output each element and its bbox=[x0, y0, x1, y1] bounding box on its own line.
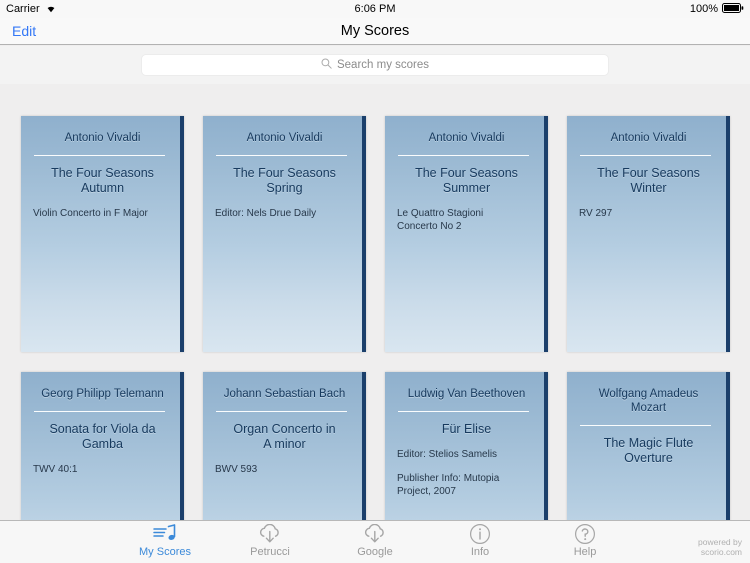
tab-label: Info bbox=[470, 546, 490, 558]
score-subtitle: Le Quattro Stagioni Concerto No 2 bbox=[397, 208, 484, 232]
score-composer: Antonio Vivaldi bbox=[428, 132, 505, 144]
score-composer: Ludwig Van Beethoven bbox=[407, 388, 526, 400]
app-root: Carrier 6:06 PM 100% Edit My Scores Sear… bbox=[0, 0, 750, 563]
score-card-slot: Antonio Vivaldi The Four Seasons Spring Ed… bbox=[203, 116, 385, 352]
score-divider bbox=[580, 425, 711, 426]
score-divider bbox=[398, 411, 529, 412]
score-composer: Wolfgang Amadeus Mozart bbox=[598, 388, 699, 414]
score-subtitle-secondary: Publisher Info: Mutopia Project, 2007 bbox=[397, 473, 500, 497]
score-card[interactable]: Antonio Vivaldi The Four Seasons Autumn Vi… bbox=[21, 116, 184, 352]
score-subtitle: BWV 593 bbox=[215, 464, 258, 475]
scores-grid: Antonio Vivaldi The Four Seasons Autumn Vi… bbox=[0, 116, 750, 520]
score-card-slot: Johann Sebastian Bach Organ Concerto in A… bbox=[203, 372, 385, 520]
score-card[interactable]: Georg Philipp Telemann Sonata for Viola d… bbox=[21, 372, 184, 520]
score-subtitle: Editor: Stelios Samelis bbox=[397, 449, 498, 460]
score-divider bbox=[580, 155, 711, 156]
score-divider bbox=[34, 155, 165, 156]
scores-scroll-area[interactable]: Antonio Vivaldi The Four Seasons Autumn Vi… bbox=[0, 84, 750, 520]
score-card[interactable]: Johann Sebastian Bach Organ Concerto in A… bbox=[203, 372, 366, 520]
score-card[interactable]: Antonio Vivaldi The Four Seasons Summer Le… bbox=[385, 116, 548, 352]
info-circle-icon bbox=[469, 523, 491, 545]
tab-label: Petrucci bbox=[250, 546, 290, 558]
score-composer: Georg Philipp Telemann bbox=[41, 388, 164, 400]
score-composer: Antonio Vivaldi bbox=[246, 132, 323, 144]
status-bar-time: 6:06 PM bbox=[354, 3, 396, 15]
powered-by-label: powered by scorio.com bbox=[698, 537, 742, 557]
tab-label: Google bbox=[357, 546, 393, 558]
score-divider bbox=[398, 155, 529, 156]
score-card-slot: Wolfgang Amadeus Mozart The Magic Flute O… bbox=[567, 372, 749, 520]
score-title: The Four Seasons Winter bbox=[597, 166, 700, 195]
status-bar: Carrier 6:06 PM 100% bbox=[0, 0, 750, 18]
score-subtitle: RV 297 bbox=[579, 208, 613, 219]
search-icon bbox=[321, 56, 332, 74]
music-note-icon bbox=[152, 523, 178, 545]
score-divider bbox=[216, 411, 347, 412]
tab-help[interactable]: Help bbox=[545, 523, 625, 559]
search-bar-container: Search my scores bbox=[0, 46, 750, 84]
score-title: The Four Seasons Spring bbox=[233, 166, 336, 195]
score-card-slot: Ludwig Van Beethoven Für Elise Editor: Ste… bbox=[385, 372, 567, 520]
score-card-slot: Georg Philipp Telemann Sonata for Viola d… bbox=[21, 372, 203, 520]
tab-bar: My Scores Petrucci Google Info Help powered … bbox=[0, 520, 750, 563]
score-card[interactable]: Wolfgang Amadeus Mozart The Magic Flute O… bbox=[567, 372, 730, 520]
score-title: Organ Concerto in A minor bbox=[233, 422, 336, 451]
score-card-slot: Antonio Vivaldi The Four Seasons Summer Le… bbox=[385, 116, 567, 352]
navigation-bar: Edit My Scores bbox=[0, 18, 750, 45]
tab-bar-items: My Scores Petrucci Google Info Help bbox=[125, 521, 625, 559]
score-divider bbox=[216, 155, 347, 156]
score-title: The Four Seasons Autumn bbox=[51, 166, 154, 195]
tab-petrucci[interactable]: Petrucci bbox=[230, 523, 310, 559]
cloud-download-icon bbox=[362, 523, 388, 545]
tab-label: My Scores bbox=[139, 546, 191, 558]
score-subtitle: Editor: Nels Drue Daily bbox=[215, 208, 317, 219]
score-card-slot: Antonio Vivaldi The Four Seasons Autumn Vi… bbox=[21, 116, 203, 352]
cloud-download-icon bbox=[257, 523, 283, 545]
score-subtitle: TWV 40:1 bbox=[33, 464, 78, 475]
tab-google[interactable]: Google bbox=[335, 523, 415, 559]
score-composer: Johann Sebastian Bach bbox=[223, 388, 346, 400]
battery-full-icon bbox=[722, 2, 744, 16]
score-title: Sonata for Viola da Gamba bbox=[49, 422, 156, 451]
score-composer: Antonio Vivaldi bbox=[64, 132, 141, 144]
score-title: The Four Seasons Summer bbox=[415, 166, 518, 195]
score-title: The Magic Flute Overture bbox=[603, 436, 694, 465]
score-divider bbox=[34, 411, 165, 412]
score-card-slot: Antonio Vivaldi The Four Seasons Winter RV… bbox=[567, 116, 749, 352]
tab-my-scores[interactable]: My Scores bbox=[125, 523, 205, 559]
score-card[interactable]: Antonio Vivaldi The Four Seasons Spring Ed… bbox=[203, 116, 366, 352]
score-title: Für Elise bbox=[441, 422, 492, 436]
question-circle-icon bbox=[574, 523, 596, 545]
search-placeholder: Search my scores bbox=[336, 59, 430, 71]
score-card[interactable]: Ludwig Van Beethoven Für Elise Editor: Ste… bbox=[385, 372, 548, 520]
status-bar-right: 100% bbox=[689, 2, 744, 16]
battery-percent-label: 100% bbox=[689, 3, 718, 15]
tab-info[interactable]: Info bbox=[440, 523, 520, 559]
score-subtitle: Violin Concerto in F Major bbox=[33, 208, 148, 219]
tab-label: Help bbox=[573, 546, 597, 558]
score-composer: Antonio Vivaldi bbox=[610, 132, 687, 144]
search-input[interactable]: Search my scores bbox=[141, 54, 609, 76]
score-card[interactable]: Antonio Vivaldi The Four Seasons Winter RV… bbox=[567, 116, 730, 352]
page-title: My Scores bbox=[340, 23, 410, 39]
